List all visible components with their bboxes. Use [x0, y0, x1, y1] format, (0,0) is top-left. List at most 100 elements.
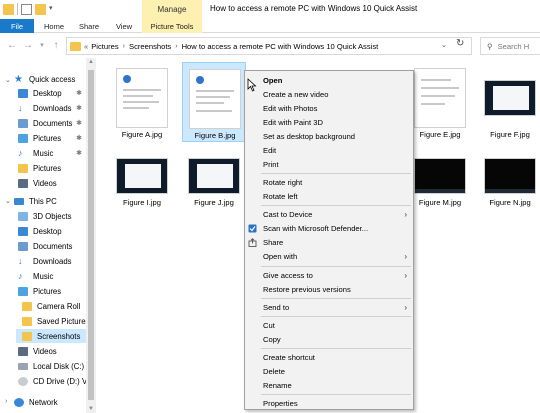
file-tile[interactable]: Figure F.jpg: [478, 62, 540, 142]
nav-saved-pictures[interactable]: Saved Pictures: [22, 314, 89, 328]
nav-music[interactable]: ♪ Music ✱: [18, 146, 86, 160]
refresh-icon[interactable]: ↻: [456, 38, 464, 49]
nav-this-pc[interactable]: This PC: [14, 194, 86, 208]
nav-music-pc[interactable]: ♪ Music: [18, 269, 86, 283]
chevron-right-icon[interactable]: ›: [5, 398, 7, 405]
breadcrumb-screenshots[interactable]: Screenshots: [129, 42, 171, 51]
forward-arrow-icon[interactable]: →: [22, 39, 34, 51]
nav-documents[interactable]: Documents ✱: [18, 116, 86, 130]
desktop-icon: [18, 226, 28, 236]
file-tile-selected[interactable]: Figure B.jpg: [182, 62, 246, 142]
menu-item-rotate-right[interactable]: Rotate right: [245, 176, 413, 189]
thumbnail-detail: [123, 95, 153, 97]
menu-item-send-to[interactable]: Send to ›: [245, 301, 413, 314]
nav-videos[interactable]: Videos: [18, 176, 86, 190]
recent-locations-icon[interactable]: ▾: [36, 39, 48, 51]
nav-videos-pc[interactable]: Videos: [18, 344, 86, 358]
chevron-right-icon[interactable]: ›: [175, 43, 177, 50]
menu-item-properties[interactable]: Properties: [245, 397, 413, 410]
nav-camera-roll[interactable]: Camera Roll: [22, 299, 86, 313]
address-row: ← → ▾ ↑ « Pictures › Screenshots › How t…: [0, 34, 540, 58]
menu-item-create-shortcut[interactable]: Create shortcut: [245, 351, 413, 364]
nav-downloads-pc[interactable]: ↓ Downloads: [18, 254, 86, 268]
menu-item-set-background[interactable]: Set as desktop background: [245, 130, 413, 143]
search-input[interactable]: ⚲ Search H: [480, 37, 540, 55]
thumbnail-detail: [123, 101, 159, 103]
breadcrumb-current-folder[interactable]: How to access a remote PC with Windows 1…: [182, 42, 379, 51]
nav-pictures-folder[interactable]: Pictures: [18, 161, 86, 175]
toolbar-divider: [17, 3, 18, 15]
manage-context-tab[interactable]: Manage: [142, 0, 202, 19]
menu-item-give-access[interactable]: Give access to ›: [245, 269, 413, 282]
nav-label: Screenshots: [37, 331, 81, 341]
tab-home[interactable]: Home: [40, 19, 68, 33]
menu-item-share[interactable]: Share: [245, 236, 413, 249]
nav-pictures-pc[interactable]: Pictures: [18, 284, 86, 298]
menu-item-copy[interactable]: Copy: [245, 333, 413, 346]
menu-item-restore-versions[interactable]: Restore previous versions: [245, 283, 413, 296]
properties-icon[interactable]: [21, 3, 32, 15]
menu-item-print[interactable]: Print: [245, 158, 413, 171]
breadcrumb-pictures[interactable]: Pictures: [91, 42, 118, 51]
tab-view[interactable]: View: [113, 19, 135, 33]
address-overflow[interactable]: «: [84, 42, 88, 51]
nav-documents-pc[interactable]: Documents: [18, 239, 86, 253]
menu-label: Share: [263, 238, 284, 247]
scrollbar-thumb[interactable]: [88, 70, 94, 400]
pin-icon: ✱: [76, 105, 82, 112]
menu-item-edit-photos[interactable]: Edit with Photos: [245, 102, 413, 115]
title-bar: ▾ Manage How to access a remote PC with …: [0, 0, 540, 19]
nav-3d-objects[interactable]: 3D Objects: [18, 209, 86, 223]
image-thumbnail: [189, 69, 241, 129]
scroll-down-icon[interactable]: ▼: [88, 406, 94, 412]
file-tile[interactable]: Figure E.jpg: [408, 62, 472, 142]
nav-pictures[interactable]: Pictures ✱: [18, 131, 86, 145]
address-dropdown-icon[interactable]: ⌄: [441, 41, 447, 49]
nav-local-disk[interactable]: Local Disk (C:): [18, 359, 86, 373]
menu-item-scan-defender[interactable]: Scan with Microsoft Defender...: [245, 222, 413, 235]
chevron-down-icon[interactable]: ▾: [49, 4, 57, 15]
menu-item-edit-paint3d[interactable]: Edit with Paint 3D: [245, 116, 413, 129]
document-icon: [18, 241, 28, 251]
menu-item-rotate-left[interactable]: Rotate left: [245, 190, 413, 203]
chevron-right-icon[interactable]: ›: [123, 43, 125, 50]
scroll-up-icon[interactable]: ▲: [88, 59, 94, 65]
back-arrow-icon[interactable]: ←: [6, 39, 18, 51]
search-icon: ⚲: [487, 41, 493, 51]
tab-picture-tools[interactable]: Picture Tools: [142, 19, 202, 33]
menu-item-create-video[interactable]: Create a new video: [245, 88, 413, 101]
menu-item-rename[interactable]: Rename: [245, 379, 413, 392]
tab-file[interactable]: File: [0, 19, 34, 33]
file-tile[interactable]: Figure I.jpg: [110, 140, 174, 210]
nav-network[interactable]: Network: [14, 395, 86, 409]
file-tile[interactable]: Figure A.jpg: [110, 62, 174, 142]
nav-label: Music: [33, 271, 54, 281]
chevron-down-icon[interactable]: ⌄: [5, 76, 11, 84]
nav-label: Local Disk (C:): [33, 361, 85, 371]
file-tile[interactable]: Figure M.jpg: [408, 140, 472, 210]
nav-desktop[interactable]: Desktop ✱: [18, 86, 86, 100]
nav-scrollbar[interactable]: ▲ ▼: [86, 58, 96, 413]
new-folder-icon[interactable]: [35, 3, 46, 15]
address-bar[interactable]: « Pictures › Screenshots › How to access…: [66, 37, 472, 55]
menu-label: Send to: [263, 303, 290, 312]
nav-desktop-pc[interactable]: Desktop: [18, 224, 86, 238]
context-menu: Open Create a new video Edit with Photos…: [244, 70, 414, 410]
file-tile[interactable]: Figure N.jpg: [478, 140, 540, 210]
menu-item-cut[interactable]: Cut: [245, 319, 413, 332]
menu-item-cast-to-device[interactable]: Cast to Device ›: [245, 208, 413, 221]
chevron-down-icon[interactable]: ⌄: [5, 197, 11, 205]
cd-icon: [18, 376, 28, 386]
up-arrow-icon[interactable]: ↑: [50, 39, 62, 51]
tab-share[interactable]: Share: [76, 19, 102, 33]
nav-screenshots[interactable]: Screenshots: [16, 329, 86, 343]
menu-item-edit[interactable]: Edit: [245, 144, 413, 157]
file-tile[interactable]: Figure J.jpg: [182, 140, 246, 210]
nav-quick-access[interactable]: ★ Quick access: [14, 72, 86, 86]
menu-item-open[interactable]: Open: [245, 74, 413, 87]
nav-label: Documents: [33, 241, 73, 251]
nav-cd-drive[interactable]: CD Drive (D:) Vir: [18, 374, 86, 388]
menu-item-delete[interactable]: Delete: [245, 365, 413, 378]
nav-downloads[interactable]: ↓ Downloads ✱: [18, 101, 86, 115]
menu-item-open-with[interactable]: Open with ›: [245, 250, 413, 263]
